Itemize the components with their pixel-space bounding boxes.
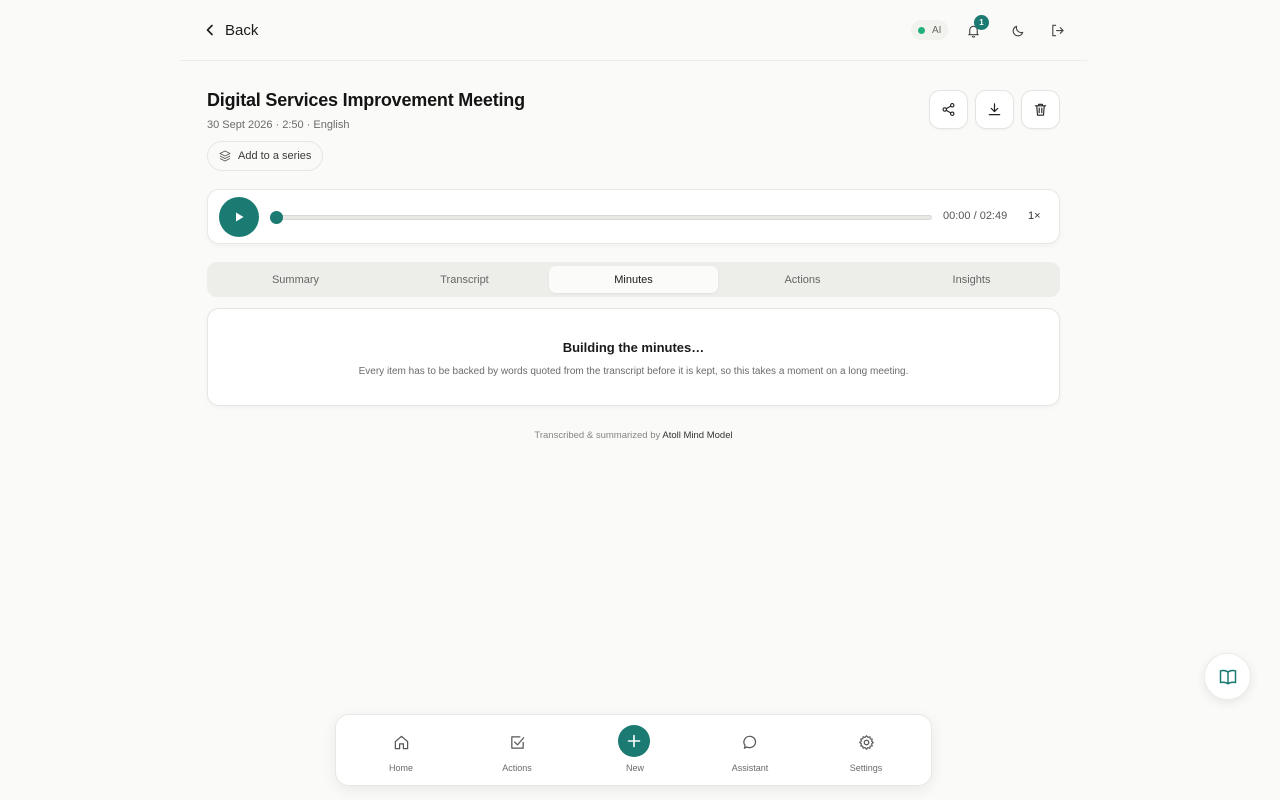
nav-settings[interactable]: Settings — [821, 715, 911, 787]
moon-icon — [1012, 25, 1023, 36]
minutes-status-card: Building the minutes… Every item has to … — [207, 308, 1060, 406]
add-to-series-button[interactable]: Add to a series — [207, 141, 324, 171]
trash-icon — [1034, 103, 1047, 116]
checkbox-icon — [508, 733, 526, 751]
playback-speed-button[interactable]: 1× — [1028, 210, 1041, 222]
add-to-series-label: Add to a series — [238, 150, 312, 162]
guide-button[interactable] — [1204, 653, 1251, 700]
tab-insights[interactable]: Insights — [887, 266, 1056, 293]
chat-bubble-icon — [741, 733, 759, 751]
minutes-status-title: Building the minutes… — [562, 340, 705, 355]
back-label: Back — [225, 21, 259, 39]
progress-track[interactable] — [276, 215, 932, 220]
nav-assistant[interactable]: Assistant — [705, 715, 795, 787]
book-open-icon — [1219, 669, 1236, 684]
ai-status-dot — [918, 26, 925, 34]
credit-model-name: Atoll Mind Model — [662, 430, 733, 441]
play-icon — [236, 212, 244, 222]
ai-status-badge: AI — [911, 20, 949, 40]
home-icon — [392, 733, 410, 751]
playback-time: 00:00 / 02:49 — [943, 210, 1008, 222]
credit-prefix: Transcribed & summarized by — [534, 430, 663, 441]
bottom-navigation: Home Actions New Assistant Settings — [335, 714, 932, 786]
back-button[interactable]: Back — [204, 19, 258, 41]
top-bar: Back AI 1 — [180, 0, 1087, 61]
nav-actions[interactable]: Actions — [472, 715, 562, 787]
notification-count-badge: 1 — [974, 15, 989, 30]
chevron-left-icon — [206, 24, 213, 36]
gear-icon — [857, 733, 875, 751]
share-button[interactable] — [929, 90, 968, 129]
minutes-status-description: Every item has to be backed by words quo… — [358, 366, 909, 377]
tab-actions[interactable]: Actions — [718, 266, 887, 293]
ai-status-label: AI — [932, 24, 942, 36]
download-button[interactable] — [975, 90, 1014, 129]
nav-actions-label: Actions — [502, 763, 532, 773]
play-button[interactable] — [219, 197, 259, 237]
dark-mode-toggle[interactable] — [1006, 18, 1030, 42]
plus-icon — [618, 725, 650, 757]
logout-icon — [1051, 24, 1064, 36]
nav-new[interactable]: New — [588, 715, 682, 787]
tab-bar: Summary Transcript Minutes Actions Insig… — [207, 262, 1060, 297]
nav-home-label: Home — [388, 763, 413, 773]
meeting-meta: 30 Sept 2026 · 2:50 · English — [207, 119, 350, 131]
tab-summary[interactable]: Summary — [211, 266, 380, 293]
layers-icon — [219, 150, 231, 162]
nav-settings-label: Settings — [849, 763, 883, 773]
progress-thumb[interactable] — [270, 211, 283, 224]
audio-player: 00:00 / 02:49 1× — [207, 189, 1060, 244]
nav-new-label: New — [625, 763, 644, 773]
page-title: Digital Services Improvement Meeting — [207, 90, 525, 110]
download-icon — [988, 103, 1001, 116]
credit-line: Transcribed & summarized by Atoll Mind M… — [0, 430, 1267, 441]
tab-transcript[interactable]: Transcript — [380, 266, 549, 293]
delete-button[interactable] — [1021, 90, 1060, 129]
logout-button[interactable] — [1045, 18, 1069, 42]
nav-assistant-label: Assistant — [731, 763, 769, 773]
tab-minutes[interactable]: Minutes — [549, 266, 718, 293]
share-icon — [942, 103, 955, 116]
nav-home[interactable]: Home — [356, 715, 446, 787]
